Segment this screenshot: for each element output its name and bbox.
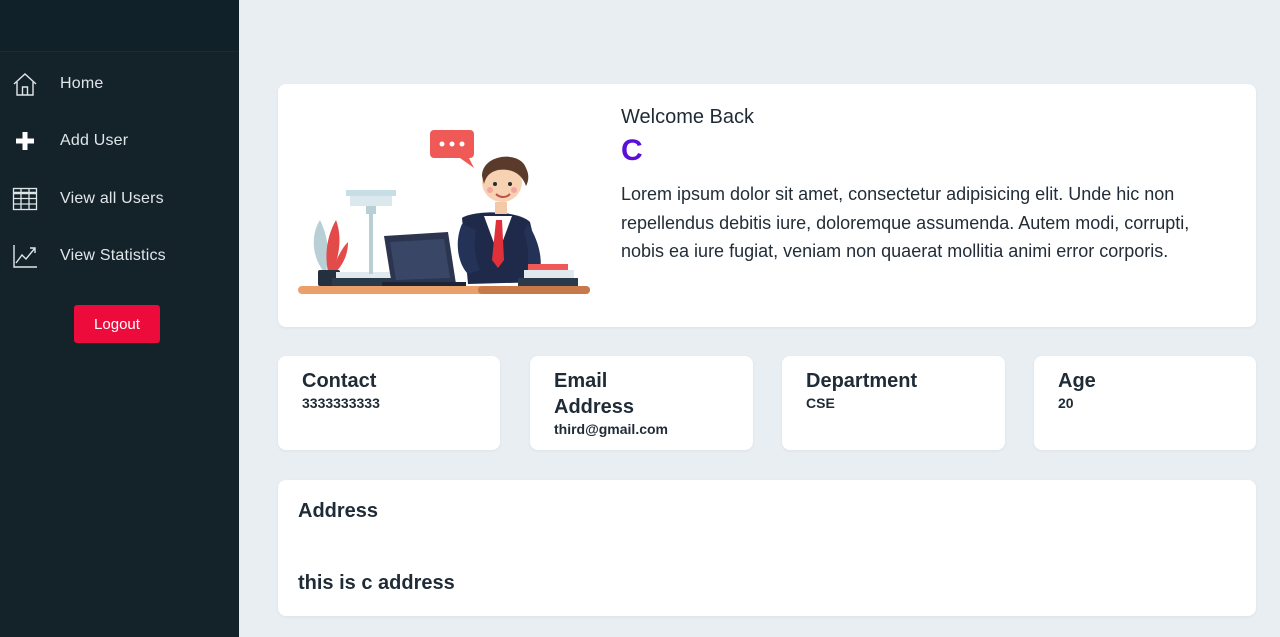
table-icon	[12, 186, 38, 212]
sidebar-item-label: View all Users	[60, 190, 164, 207]
sidebar-header	[0, 0, 239, 52]
email-card: Email Address third@gmail.com	[530, 356, 753, 450]
contact-card: Contact 3333333333	[278, 356, 500, 450]
plus-icon	[12, 128, 38, 154]
age-title: Age	[1058, 370, 1096, 392]
welcome-card: Welcome Back C Lorem ipsum dolor sit ame…	[278, 84, 1256, 327]
age-card: Age 20	[1034, 356, 1256, 450]
address-value: this is c address	[298, 572, 455, 594]
user-name: C	[621, 134, 643, 167]
chart-line-icon	[12, 243, 38, 269]
age-value: 20	[1058, 395, 1074, 411]
logout-button[interactable]: Logout	[74, 305, 160, 343]
sidebar-item-label: Add User	[60, 132, 129, 149]
sidebar-item-label: Home	[60, 75, 104, 92]
welcome-description: Lorem ipsum dolor sit amet, consectetur …	[621, 184, 1190, 261]
sidebar-item-add-user[interactable]: Add User	[0, 119, 239, 163]
welcome-title: Welcome Back	[621, 106, 755, 128]
sidebar-item-home[interactable]: Home	[0, 62, 239, 106]
sidebar-item-view-all-users[interactable]: View all Users	[0, 177, 239, 221]
department-card: Department CSE	[782, 356, 1005, 450]
email-value: third@gmail.com	[554, 421, 668, 437]
department-title: Department	[806, 370, 918, 392]
department-value: CSE	[806, 395, 835, 411]
office-worker-illustration	[298, 130, 590, 294]
email-title: Email Address	[554, 370, 635, 418]
home-icon	[12, 71, 38, 97]
contact-value: 3333333333	[302, 395, 380, 411]
sidebar-item-label: View Statistics	[60, 247, 166, 264]
sidebar-item-view-statistics[interactable]: View Statistics	[0, 234, 239, 278]
contact-title: Contact	[302, 370, 377, 392]
address-title: Address	[298, 500, 379, 522]
sidebar: Home Add User View all Users View Statis…	[0, 0, 239, 637]
address-card: Address this is c address	[278, 480, 1256, 616]
